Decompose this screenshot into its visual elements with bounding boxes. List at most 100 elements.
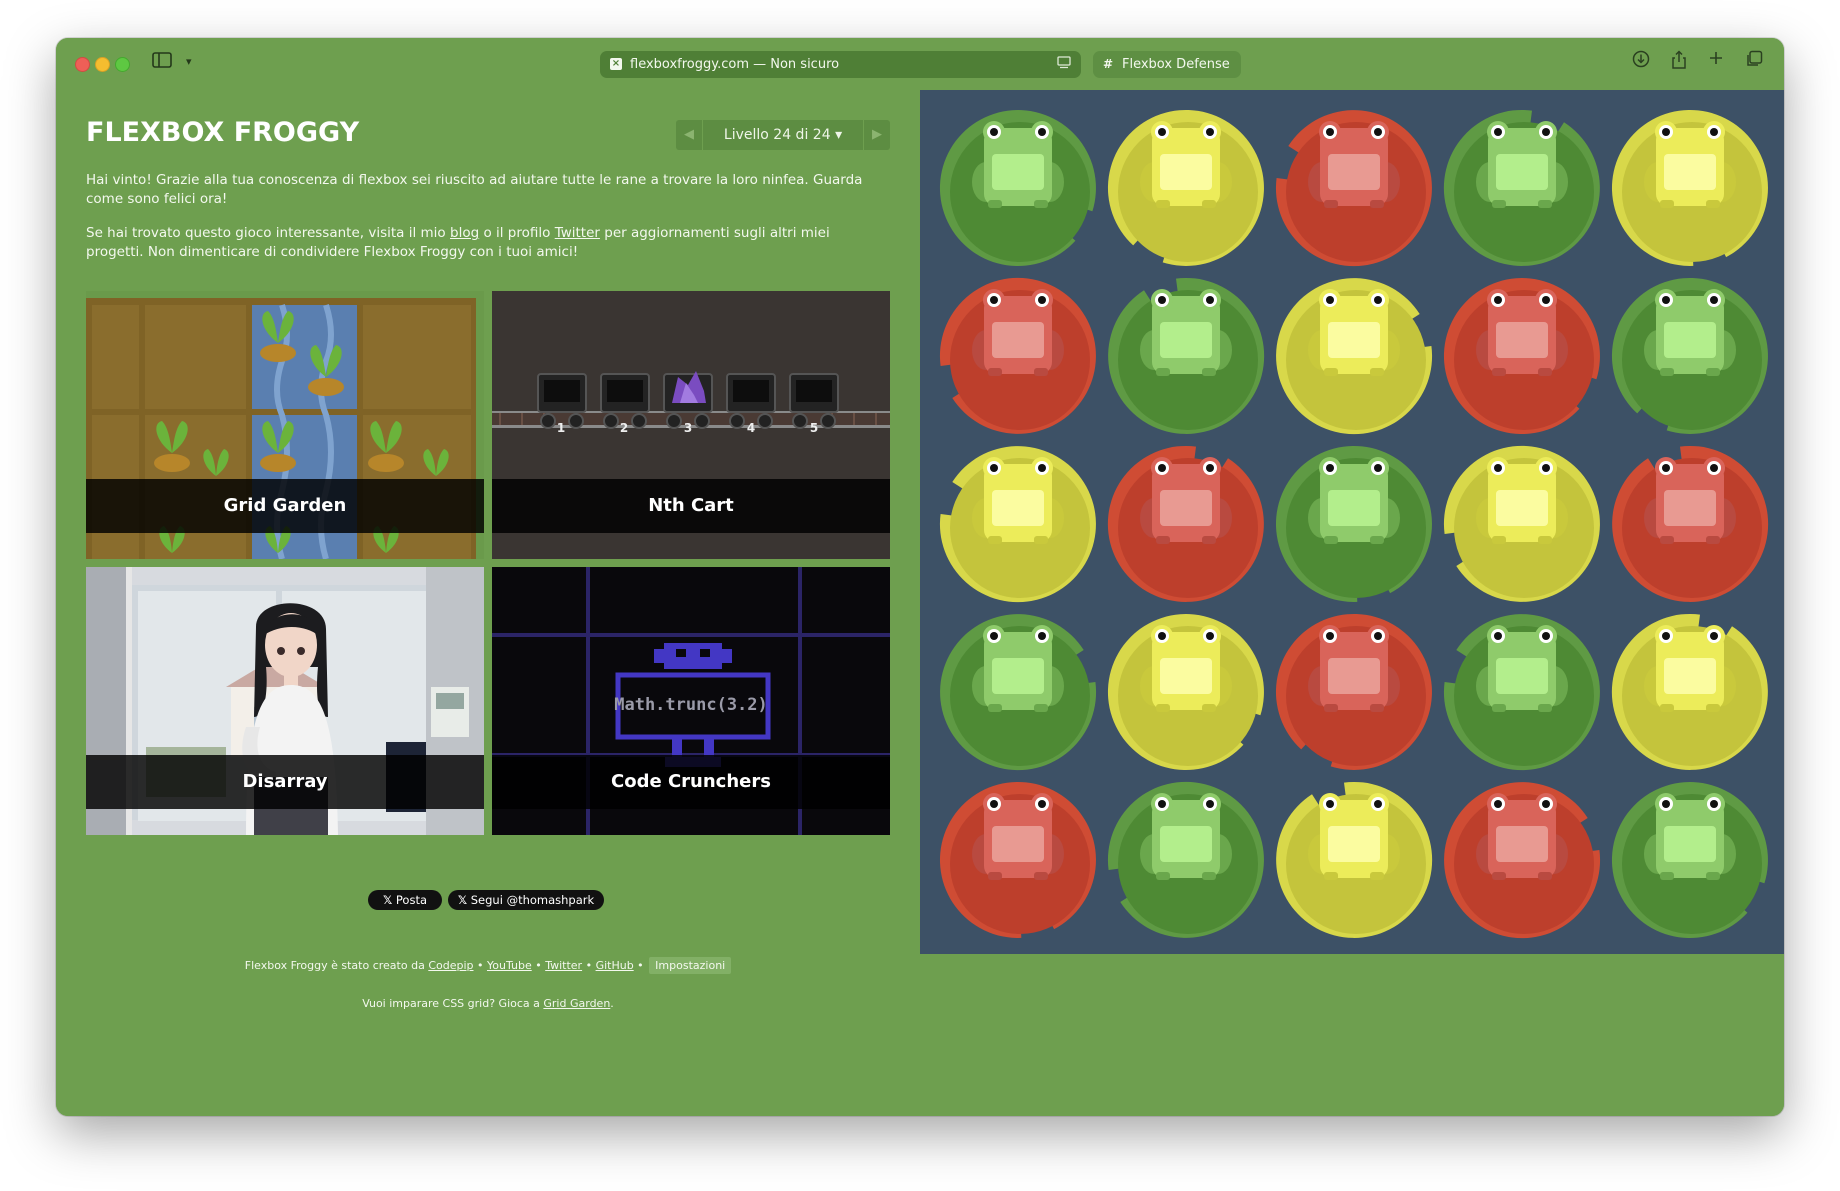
tab-favicon-icon: # <box>1103 57 1114 71</box>
tab-overview-icon[interactable] <box>1745 50 1763 73</box>
lilypad-green <box>934 104 1106 272</box>
lilypad-green <box>1606 776 1778 944</box>
lilypad-green <box>1438 104 1610 272</box>
x-logo-icon: 𝕏 <box>457 893 468 907</box>
lilypad-red <box>1606 440 1778 608</box>
post-button[interactable]: 𝕏 Posta <box>368 890 442 910</box>
follow-button-label: Segui @thomashpark <box>470 893 595 907</box>
x-logo-icon: 𝕏 <box>382 893 393 907</box>
lilypad-green <box>934 608 1106 776</box>
frog-red <box>1476 289 1568 376</box>
lilypad-yellow <box>1270 776 1442 944</box>
new-tab-plus-icon[interactable] <box>1708 50 1724 71</box>
frog-yellow <box>972 457 1064 544</box>
frog-yellow <box>1644 121 1736 208</box>
downloads-icon[interactable] <box>1632 50 1650 73</box>
youtube-link[interactable]: YouTube <box>487 959 532 972</box>
close-window-button[interactable] <box>75 57 90 72</box>
cart-2 <box>600 373 650 429</box>
lilypad-yellow <box>1438 440 1610 608</box>
frog-yellow <box>1644 625 1736 712</box>
frog-yellow <box>1308 793 1400 880</box>
frog-green <box>1140 289 1232 376</box>
minimize-window-button[interactable] <box>95 57 110 72</box>
zoom-window-button[interactable] <box>115 57 130 72</box>
lilypad-red <box>1438 776 1610 944</box>
frog-red <box>1476 793 1568 880</box>
frog-green <box>1308 457 1400 544</box>
level-indicator: ◀ Livello 24 di 24 ▾ ▶ <box>676 120 890 150</box>
pond-board <box>920 90 1784 954</box>
frog-yellow <box>1140 625 1232 712</box>
sidebar-toggle-icon[interactable] <box>152 52 172 72</box>
card-label: Nth Cart <box>492 479 890 533</box>
frog-red <box>1308 121 1400 208</box>
frog-green <box>1476 625 1568 712</box>
nth-cart-card[interactable]: 1 2 3 4 5 Nth Cart <box>492 291 890 559</box>
browser-window: ▾ × flexboxfroggy.com — Non sicuro # Fle… <box>56 38 1784 1116</box>
frog-green <box>1644 793 1736 880</box>
twitter-footer-link[interactable]: Twitter <box>545 959 582 972</box>
address-url: flexboxfroggy.com — Non sicuro <box>630 57 840 72</box>
frog-red <box>1140 457 1232 544</box>
page-content: FLEXBOX FROGGY ◀ Livello 24 di 24 ▾ ▶ Ha… <box>56 90 1784 1116</box>
card-label: Disarray <box>86 755 484 809</box>
next-level-button[interactable]: ▶ <box>864 120 890 150</box>
lilypad-red <box>934 272 1106 440</box>
cart-1 <box>537 373 587 429</box>
lilypad-green <box>1102 776 1274 944</box>
cart-number: 2 <box>619 421 629 435</box>
cart-3 <box>663 371 713 429</box>
cart-4 <box>726 373 776 429</box>
address-bar[interactable]: × flexboxfroggy.com — Non sicuro <box>600 51 1081 78</box>
win-message: Hai vinto! Grazie alla tua conoscenza di… <box>86 172 863 207</box>
card-label: Grid Garden <box>86 479 484 533</box>
twitter-link[interactable]: Twitter <box>555 225 600 241</box>
title-bar: ▾ × flexboxfroggy.com — Non sicuro # Fle… <box>56 38 1784 90</box>
footer-grid-promo: Vuoi imparare CSS grid? Gioca a Grid Gar… <box>362 997 614 1010</box>
blog-link[interactable]: blog <box>450 225 479 241</box>
frog-red <box>1644 457 1736 544</box>
code-crunchers-card[interactable]: Math.trunc(3.2) Code Crunchers <box>492 567 890 835</box>
level-dropdown[interactable]: Livello 24 di 24 ▾ <box>703 120 863 150</box>
cart-number: 1 <box>556 421 566 435</box>
settings-button[interactable]: Impostazioni <box>649 957 732 974</box>
frog-red <box>1308 625 1400 712</box>
lilypad-green <box>1606 272 1778 440</box>
share-icon[interactable] <box>1670 50 1688 75</box>
previous-level-button[interactable]: ◀ <box>676 120 702 150</box>
card-label: Code Crunchers <box>492 755 890 809</box>
lilypad-red <box>1438 272 1610 440</box>
disarray-card[interactable]: Disarray <box>86 567 484 835</box>
reader-view-icon[interactable] <box>1057 56 1071 73</box>
lilypad-yellow <box>1102 104 1274 272</box>
lilypad-yellow <box>1102 608 1274 776</box>
tab-title: Flexbox Defense <box>1122 57 1230 72</box>
frog-green <box>972 625 1064 712</box>
game-logo: FLEXBOX FROGGY <box>86 117 360 148</box>
credits-text: Flexbox Froggy è stato creato da <box>244 959 425 972</box>
codepip-link[interactable]: Codepip <box>428 959 473 972</box>
lilypad-red <box>934 776 1106 944</box>
tab-flexbox-defense[interactable]: # Flexbox Defense <box>1093 51 1241 78</box>
frog-yellow <box>1308 289 1400 376</box>
frog-red <box>972 793 1064 880</box>
lilypad-red <box>1270 608 1442 776</box>
follow-button[interactable]: 𝕏 Segui @thomashpark <box>448 890 604 910</box>
frog-green <box>1476 121 1568 208</box>
footer-credits: Flexbox Froggy è stato creato da Codepip… <box>56 957 920 974</box>
chevron-down-icon: ▾ <box>835 127 843 143</box>
lilypad-red <box>1102 440 1274 608</box>
frog-green <box>1140 793 1232 880</box>
cart-number: 5 <box>809 421 819 435</box>
grid-garden-card[interactable]: Grid Garden <box>86 291 484 559</box>
promo-message: Se hai trovato questo gioco interessante… <box>86 224 886 262</box>
site-favicon-icon: × <box>610 58 622 70</box>
github-link[interactable]: GitHub <box>596 959 634 972</box>
promo-prefix: Se hai trovato questo gioco interessante… <box>86 225 446 241</box>
grid-garden-link[interactable]: Grid Garden <box>543 997 610 1010</box>
promo-mid: o il profilo <box>483 225 551 241</box>
frog-yellow <box>1476 457 1568 544</box>
chevron-down-icon[interactable]: ▾ <box>186 55 192 68</box>
code-snippet: Math.trunc(3.2) <box>614 695 768 715</box>
